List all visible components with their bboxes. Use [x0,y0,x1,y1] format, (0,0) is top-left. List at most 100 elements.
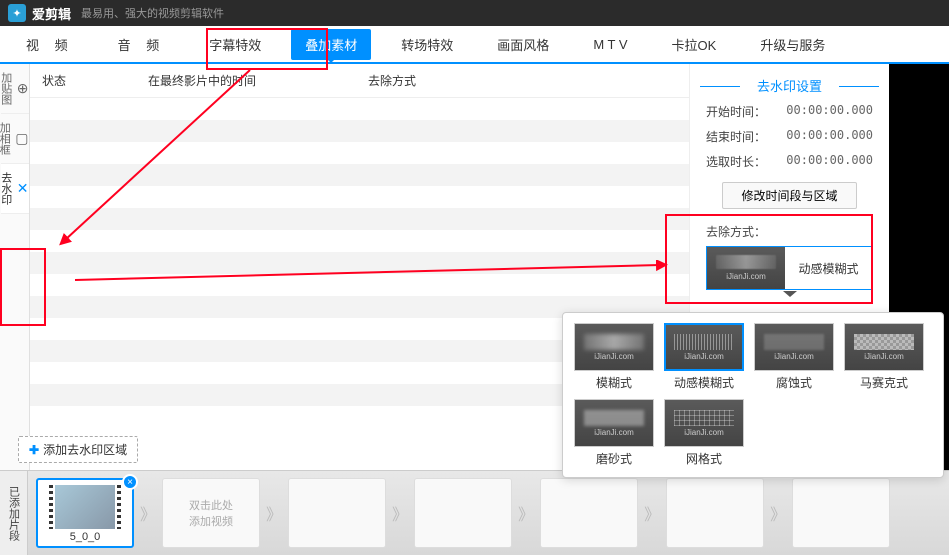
plus-icon: ✚ [29,443,39,457]
clip-arrow-icon: 》 [140,501,156,525]
table-row[interactable] [30,208,689,230]
timeline: 已添加片段 × 5_0_0 》 双击此处 添加视频 》 》 》 》 》 [0,470,949,555]
effect-watermark-text: iJianJi.com [774,352,814,361]
titlebar: ✦ 爱剪辑 最易用、强大的视频剪辑软件 [0,0,949,26]
effect-label: 网格式 [686,450,722,467]
end-time-row: 结束时间： 00:00:00.000 [700,124,879,149]
modify-time-region-button[interactable]: 修改时间段与区域 [722,182,856,209]
empty-clip-slot[interactable]: 双击此处 添加视频 [162,478,260,548]
table-row[interactable] [30,120,689,142]
app-subtitle: 最易用、强大的视频剪辑软件 [81,5,224,21]
table-row[interactable] [30,186,689,208]
effect-label: 马赛克式 [860,374,908,391]
app-logo-icon: ✦ [8,4,26,22]
duration-value: 00:00:00.000 [786,153,873,170]
effect-option[interactable]: iJianJi.com 网格式 [663,399,745,467]
th-time: 在最终影片中的时间 [102,72,302,89]
effect-thumb: iJianJi.com [754,323,834,371]
table-row[interactable] [30,164,689,186]
tab-transition-fx[interactable]: 转场特效 [387,29,467,60]
empty-clip-slot[interactable] [666,478,764,548]
side-tabs: ⊕ 加贴图 ▢ 加相框 ✕ 去水印 [0,64,30,470]
empty-clip-slot[interactable] [414,478,512,548]
effect-label: 腐蚀式 [776,374,812,391]
add-watermark-region-button[interactable]: ✚ 添加去水印区域 [18,436,138,463]
end-time-value[interactable]: 00:00:00.000 [786,128,873,145]
effect-option[interactable]: iJianJi.com 马赛克式 [843,323,925,391]
clip-arrow-icon: 》 [392,501,408,525]
th-state: 状态 [42,72,102,89]
clip-close-button[interactable]: × [122,474,138,490]
empty-hint-line1: 双击此处 [189,497,233,513]
effect-thumb: iJianJi.com [707,247,785,289]
tab-mtv[interactable]: M T V [579,31,641,58]
table-header: 状态 在最终影片中的时间 去除方式 [30,64,689,98]
clip-thumbnail [55,485,115,529]
effects-grid: iJianJi.com模糊式iJianJi.com动感模糊式iJianJi.co… [573,323,933,467]
empty-clip-slot[interactable] [540,478,638,548]
effect-option[interactable]: iJianJi.com 模糊式 [573,323,655,391]
timeline-label: 已添加片段 [0,471,28,555]
effect-label: 动感模糊式 [674,374,734,391]
side-tab-label: 去水印 [0,172,14,205]
clip-name: 5_0_0 [70,531,101,543]
empty-clip-slot[interactable] [792,478,890,548]
selected-effect-preview[interactable]: iJianJi.com 动感模糊式 [706,246,873,290]
table-row[interactable] [30,142,689,164]
effect-watermark-text: iJianJi.com [684,428,724,437]
start-time-label: 开始时间： [706,103,766,120]
effect-label: 模糊式 [596,374,632,391]
clip-arrow-icon: 》 [770,501,786,525]
clip-arrow-icon: 》 [518,501,534,525]
side-tab-sticker[interactable]: ⊕ 加贴图 [1,64,29,114]
tab-overlay-material[interactable]: 叠加素材 [291,29,371,60]
side-tab-remove-watermark[interactable]: ✕ 去水印 [1,164,29,214]
table-row[interactable] [30,230,689,252]
selected-effect-name: 动感模糊式 [785,260,872,277]
effect-option[interactable]: iJianJi.com 磨砂式 [573,399,655,467]
side-tab-frame[interactable]: ▢ 加相框 [1,114,29,164]
effect-watermark-text: iJianJi.com [594,428,634,437]
clip-item[interactable]: × 5_0_0 [36,478,134,548]
remove-icon: ✕ [17,180,29,197]
clip-arrow-icon: 》 [266,501,282,525]
end-time-label: 结束时间： [706,128,766,145]
frame-icon: ▢ [15,130,28,147]
empty-clip-slot[interactable] [288,478,386,548]
tab-karaoke[interactable]: 卡拉OK [658,29,731,60]
side-tab-label: 加贴图 [0,72,14,105]
effect-watermark-text: iJianJi.com [684,352,724,361]
effect-thumb: iJianJi.com [664,323,744,371]
effect-dropdown-toggle[interactable] [706,289,873,299]
effect-thumb: iJianJi.com [574,399,654,447]
empty-hint-line2: 添加视频 [189,513,233,529]
app-name: 爱剪辑 [32,4,71,23]
effect-label: 磨砂式 [596,450,632,467]
start-time-value[interactable]: 00:00:00.000 [786,103,873,120]
table-row[interactable] [30,98,689,120]
clip-arrow-icon: 》 [644,501,660,525]
effect-watermark-text: iJianJi.com [864,352,904,361]
main-tabs: 视 频 音 频 字幕特效 叠加素材 转场特效 画面风格 M T V 卡拉OK 升… [0,26,949,64]
effect-option[interactable]: iJianJi.com 腐蚀式 [753,323,835,391]
tab-video[interactable]: 视 频 [12,29,88,60]
tab-subtitle-fx[interactable]: 字幕特效 [195,29,275,60]
tab-picture-style[interactable]: 画面风格 [483,29,563,60]
effect-thumb: iJianJi.com [844,323,924,371]
effect-option[interactable]: iJianJi.com 动感模糊式 [663,323,745,391]
remove-method-section: 去除方式： iJianJi.com 动感模糊式 [700,223,879,299]
effect-thumb: iJianJi.com [574,323,654,371]
effect-watermark-text: iJianJi.com [594,352,634,361]
th-remove-method: 去除方式 [332,72,452,89]
table-row[interactable] [30,274,689,296]
duration-label: 选取时长： [706,153,766,170]
panel-title: 去水印设置 [700,72,879,99]
chevron-down-icon [775,289,805,299]
table-row[interactable] [30,252,689,274]
effect-thumb: iJianJi.com [664,399,744,447]
tab-audio[interactable]: 音 频 [104,29,180,60]
tab-upgrade-service[interactable]: 升级与服务 [746,29,839,60]
effect-watermark-text: iJianJi.com [726,272,766,281]
effects-popup: iJianJi.com模糊式iJianJi.com动感模糊式iJianJi.co… [562,312,944,478]
plus-circle-icon: ⊕ [17,80,29,97]
